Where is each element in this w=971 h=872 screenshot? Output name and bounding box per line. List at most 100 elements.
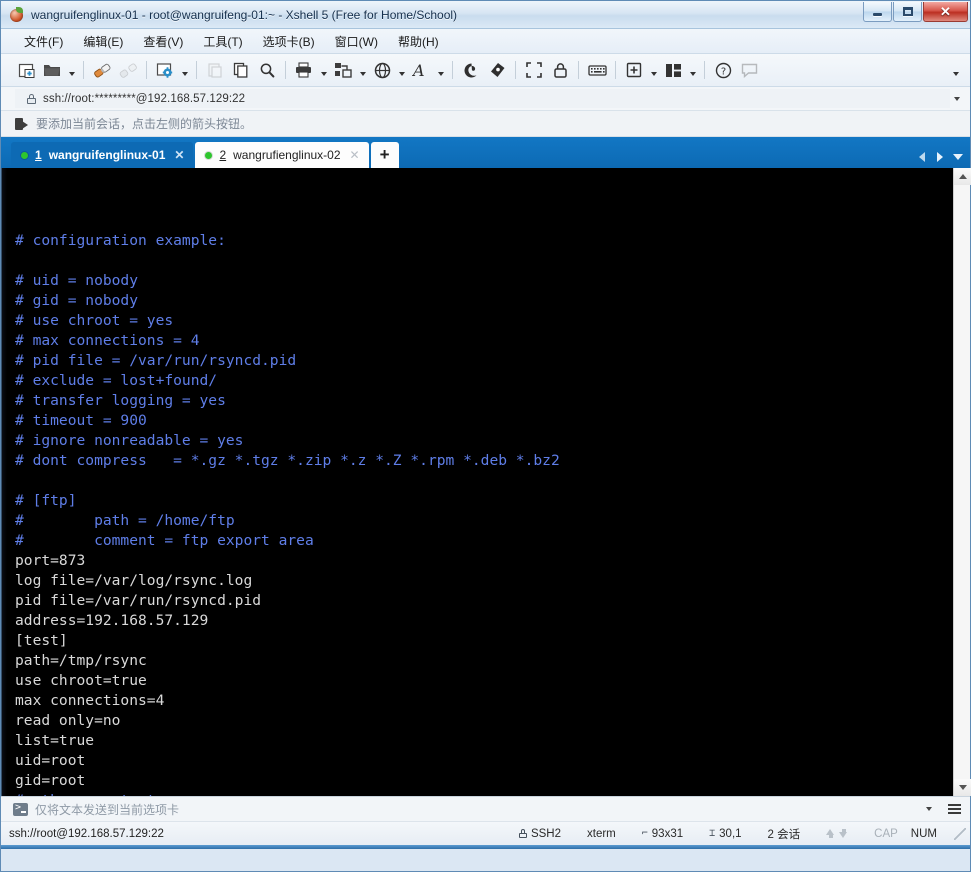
address-input[interactable]: ssh://root:*********@192.168.57.129:22 — [15, 89, 950, 108]
status-sessions: 2 会话 — [767, 828, 801, 841]
status-cursor: ⌶ 30,1 — [696, 828, 754, 840]
scroll-down-button[interactable] — [954, 779, 971, 796]
terminal-span: [test] — [15, 632, 68, 649]
terminal-line: #auth users=test — [15, 791, 953, 796]
print-icon[interactable] — [291, 57, 317, 83]
tab-number: 2 — [219, 148, 227, 162]
terminal-span: port=873 — [15, 552, 86, 569]
resize-icon: ⌐ — [641, 828, 648, 839]
menu-view[interactable]: 查看(V) — [134, 30, 192, 53]
xshell-window: wangruifenglinux-01 - root@wangruifeng-0… — [0, 0, 971, 872]
terminal-line: # comment = ftp export area — [15, 531, 953, 551]
transfer-file-icon[interactable] — [330, 57, 356, 83]
transfer-file-dropdown[interactable] — [356, 57, 369, 83]
add-pane-icon[interactable] — [621, 57, 647, 83]
feedback-icon[interactable] — [736, 57, 762, 83]
close-icon[interactable]: ✕ — [172, 148, 186, 162]
web-browser-icon[interactable] — [369, 57, 395, 83]
font-dropdown[interactable] — [434, 57, 447, 83]
tab-label: wangruifenglinux-01 — [48, 148, 166, 162]
terminal-span: # comment = ftp export area — [15, 532, 314, 549]
terminal-line: # pid file = /var/run/rsyncd.pid — [15, 351, 953, 371]
status-terminal-type: xterm — [587, 827, 616, 840]
script-run-icon[interactable] — [458, 57, 484, 83]
terminal-line: # transfer logging = yes — [15, 391, 953, 411]
menu-tabs[interactable]: 选项卡(B) — [254, 30, 324, 53]
script-stop-icon[interactable] — [484, 57, 510, 83]
hamburger-menu-icon[interactable] — [944, 801, 964, 817]
terminal-scrollbar[interactable] — [953, 168, 971, 796]
close-icon[interactable]: ✕ — [348, 148, 362, 162]
toolbar-overflow-chevron[interactable] — [949, 57, 962, 83]
terminal-line: # uid = nobody — [15, 271, 953, 291]
scrollbar-track[interactable] — [954, 185, 970, 779]
find-icon[interactable] — [254, 57, 280, 83]
fullscreen-icon[interactable] — [521, 57, 547, 83]
add-pane-dropdown[interactable] — [647, 57, 660, 83]
terminal-line: gid=root — [15, 771, 953, 791]
window-title: wangruifenglinux-01 - root@wangruifeng-0… — [31, 7, 458, 22]
add-session-icon — [15, 117, 29, 130]
tab-wangrufienglinux-02[interactable]: 2 wangrufienglinux-02 ✕ — [195, 142, 369, 168]
menu-edit[interactable]: 编辑(E) — [74, 30, 132, 53]
menu-bar: 文件(F) 编辑(E) 查看(V) 工具(T) 选项卡(B) 窗口(W) 帮助(… — [1, 29, 970, 54]
cursor-pos-icon: ⌶ — [709, 828, 716, 839]
terminal-area: # configuration example: # uid = nobody #… — [1, 168, 971, 796]
toolbar-separator — [146, 61, 147, 79]
send-command-placeholder: 仅将文本发送到当前选项卡 — [35, 802, 180, 817]
lock-icon[interactable] — [547, 57, 573, 83]
tab-next-icon[interactable] — [933, 150, 946, 164]
terminal-span: log file=/var/log/rsync.log — [15, 572, 253, 589]
font-icon[interactable]: A — [408, 57, 434, 83]
notice-bar: 要添加当前会话，点击左侧的箭头按钮。 — [1, 111, 970, 137]
terminal-line: use chroot=true — [15, 671, 953, 691]
session-properties-dropdown[interactable] — [178, 57, 191, 83]
new-tab-button[interactable]: + — [370, 142, 399, 168]
layout-dropdown[interactable] — [686, 57, 699, 83]
scroll-up-button[interactable] — [954, 168, 971, 185]
terminal-line: # max connections = 4 — [15, 331, 953, 351]
open-folder-icon[interactable] — [39, 57, 65, 83]
copy-icon[interactable] — [228, 57, 254, 83]
tab-list-icon[interactable] — [951, 150, 964, 164]
connect-icon[interactable] — [89, 57, 115, 83]
menu-window[interactable]: 窗口(W) — [326, 30, 387, 53]
print-dropdown[interactable] — [317, 57, 330, 83]
tab-prev-icon[interactable] — [915, 150, 928, 164]
terminal-line: # exclude = lost+found/ — [15, 371, 953, 391]
disconnect-icon[interactable] — [115, 57, 141, 83]
terminal-lines: # configuration example: # uid = nobody #… — [15, 231, 953, 796]
terminal-span: max connections=4 — [15, 692, 165, 709]
connection-status-dot — [205, 151, 213, 159]
terminal-span: # transfer logging = yes — [15, 392, 226, 409]
send-command-bar[interactable]: 仅将文本发送到当前选项卡 — [1, 796, 970, 822]
open-folder-dropdown[interactable] — [65, 57, 78, 83]
toolbar-separator — [704, 61, 705, 79]
menu-file[interactable]: 文件(F) — [15, 30, 72, 53]
keyboard-icon[interactable] — [584, 57, 610, 83]
menu-tools[interactable]: 工具(T) — [194, 30, 251, 53]
minimize-button[interactable] — [863, 2, 892, 22]
help-icon[interactable]: ? — [710, 57, 736, 83]
tab-number: 1 — [35, 148, 42, 162]
layout-icon[interactable] — [660, 57, 686, 83]
terminal-line: list=true — [15, 731, 953, 751]
resize-grip[interactable] — [954, 827, 966, 840]
terminal-line: # ignore nonreadable = yes — [15, 431, 953, 451]
lock-icon — [518, 829, 527, 838]
terminal-span: # dont compress = *.gz *.tgz *.zip *.z *… — [15, 452, 560, 469]
web-browser-dropdown[interactable] — [395, 57, 408, 83]
paste-clipboard-icon[interactable] — [202, 57, 228, 83]
tab-wangruifenglinux-01[interactable]: 1 wangruifenglinux-01 ✕ — [11, 142, 194, 168]
maximize-button[interactable] — [893, 2, 922, 22]
toolbar-separator — [578, 61, 579, 79]
terminal-screen[interactable]: # configuration example: # uid = nobody #… — [7, 168, 953, 796]
chevron-down-icon[interactable] — [921, 801, 937, 817]
menu-help[interactable]: 帮助(H) — [389, 30, 448, 53]
terminal-line: # dont compress = *.gz *.tgz *.zip *.z *… — [15, 451, 953, 471]
session-properties-icon[interactable] — [152, 57, 178, 83]
new-session-icon[interactable] — [13, 57, 39, 83]
chevron-down-icon[interactable] — [950, 90, 964, 108]
close-button[interactable]: ✕ — [923, 2, 968, 22]
